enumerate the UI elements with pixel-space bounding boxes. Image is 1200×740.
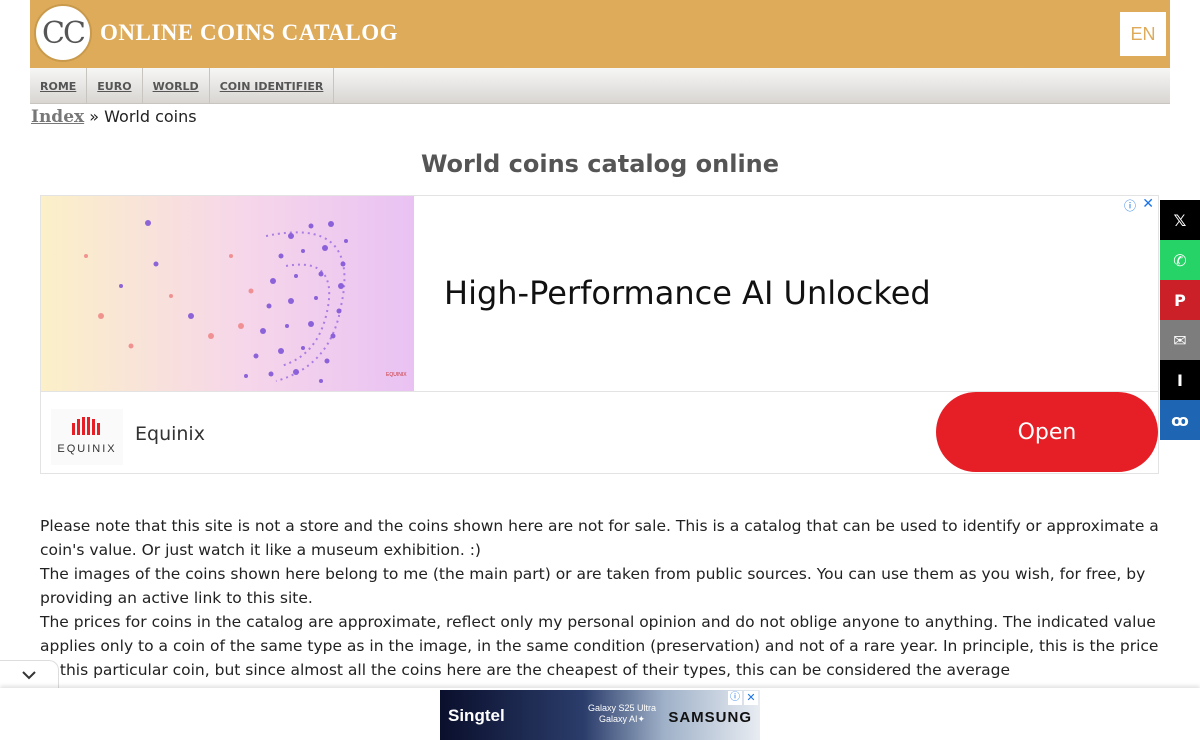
breadcrumb-separator: » [89,107,100,126]
page-title: World coins catalog online [420,150,780,178]
intro-paragraph: The images of the coins shown here belon… [40,565,1146,607]
breadcrumb-current: World coins [104,107,197,126]
ad-brand-name[interactable]: Equinix [135,423,205,445]
whatsapp-share-icon[interactable]: ✆ [1160,240,1200,280]
x-share-icon[interactable]: 𝕏 [1160,200,1200,240]
instapaper-share-icon[interactable]: I [1160,360,1200,400]
bottom-ad-info-icon[interactable]: ⓘ [728,691,742,705]
advertisement[interactable]: EQUINIX High-Performance AI Unlocked ⓘ ✕… [40,195,1159,474]
bottom-advertisement[interactable]: Singtel Galaxy S25 Ultra Galaxy AI✦ SAMS… [440,690,760,740]
bottom-ad-close-icon[interactable]: ✕ [744,691,758,705]
nav-item-coin-identifier[interactable]: COIN IDENTIFIER [210,68,335,103]
svg-text:EQUINIX: EQUINIX [386,372,407,378]
chevron-down-icon [22,671,36,680]
ad-image[interactable]: EQUINIX [41,196,414,391]
bottom-ad-singtel[interactable]: Singtel [448,706,505,726]
myspace-share-icon[interactable]: ꝏ [1160,400,1200,440]
nav-item-euro[interactable]: EURO [87,68,143,103]
site-logo[interactable]: CC [34,4,92,62]
ad-info-icon[interactable]: ⓘ [1124,197,1136,214]
breadcrumb-index-link[interactable]: Index [31,107,84,127]
nav-item-rome[interactable]: ROME [30,68,88,103]
nav-item-world[interactable]: WORLD [143,68,210,103]
intro-paragraph: The prices for coins in the catalog are … [40,613,1159,679]
main-nav: ROME EURO WORLD COIN IDENTIFIER [30,68,1170,104]
ad-close-icon[interactable]: ✕ [1142,196,1154,212]
sticky-ad-bar: Singtel Galaxy S25 Ultra Galaxy AI✦ SAMS… [0,688,1200,740]
bottom-ad-samsung[interactable]: SAMSUNG [668,709,752,726]
bottom-ad-product-line1: Galaxy S25 Ultra [588,703,657,713]
ad-logo-text: EQUINIX [57,443,117,455]
share-bar: 𝕏 ✆ P ✉ I ꝏ [1160,200,1200,440]
pinterest-share-icon[interactable]: P [1160,280,1200,320]
ad-open-button[interactable]: Open [936,392,1158,472]
site-header: CC ONLINE COINS CATALOG EN [30,0,1170,68]
breadcrumb: Index » World coins [31,107,197,127]
bottom-ad-product[interactable]: Galaxy S25 Ultra Galaxy AI✦ [588,703,656,725]
ad-headline[interactable]: High-Performance AI Unlocked [444,274,931,312]
site-title[interactable]: ONLINE COINS CATALOG [100,20,398,46]
collapse-ad-button[interactable] [0,660,59,689]
language-button[interactable]: EN [1120,12,1166,56]
email-share-icon[interactable]: ✉ [1160,320,1200,360]
ad-brand-logo[interactable]: EQUINIX [51,409,123,465]
bottom-ad-product-line2: Galaxy AI✦ [598,714,646,724]
intro-text: Please note that this site is not a stor… [40,514,1165,682]
intro-paragraph: Please note that this site is not a stor… [40,517,1159,559]
